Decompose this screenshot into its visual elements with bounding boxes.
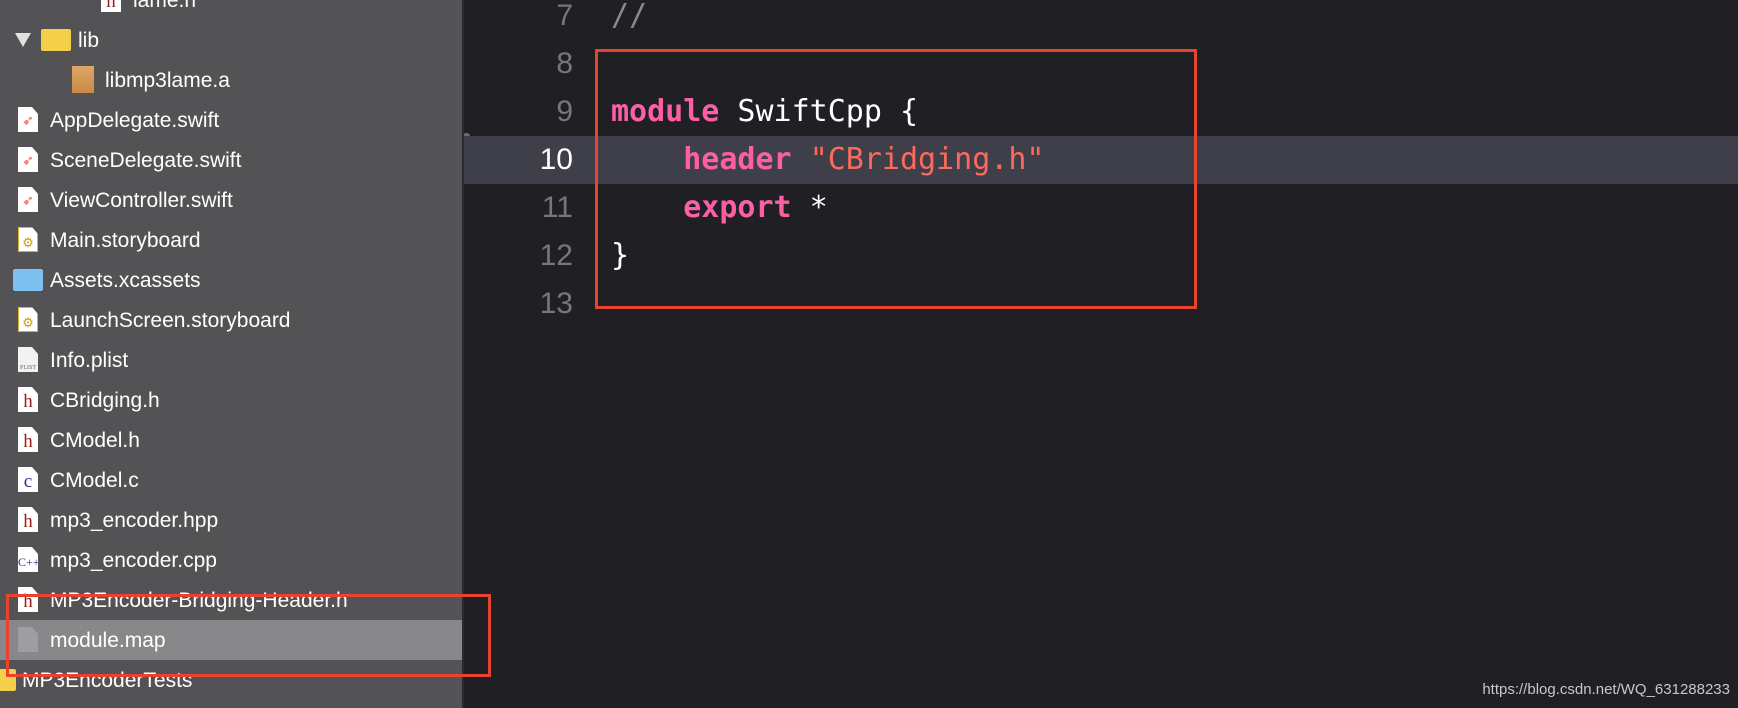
navigator-item[interactable]: C++ mp3_encoder.cpp [0, 540, 462, 580]
storyboard-icon: ⚙ [18, 227, 38, 252]
header-file-icon: h [101, 0, 121, 12]
cpp-file-icon: C++ [18, 547, 38, 572]
code-token: // [611, 0, 648, 33]
line-number: 9 [556, 95, 573, 128]
navigator-item-label: CBridging.h [50, 389, 160, 412]
navigator-item[interactable]: c CModel.c [0, 460, 462, 500]
navigator-item[interactable]: PLIST Info.plist [0, 340, 462, 380]
c-file-icon: c [18, 467, 38, 492]
navigator-item[interactable]: libmp3lame.a [0, 60, 462, 100]
watermark: https://blog.csdn.net/WQ_631288233 [1482, 681, 1730, 698]
folder-icon [41, 29, 71, 51]
archive-icon [72, 66, 94, 93]
navigator-item-label: lame.h [133, 0, 197, 12]
code-line[interactable]: 7 // [464, 0, 1738, 40]
navigator-item[interactable]: ➶ SceneDelegate.swift [0, 140, 462, 180]
annotation-box-code [595, 49, 1197, 309]
header-file-icon: h [18, 387, 38, 412]
navigator-item[interactable]: ➶ AppDelegate.swift [0, 100, 462, 140]
navigator-item-label: ViewController.swift [50, 189, 233, 212]
navigator-item-label: libmp3lame.a [105, 69, 230, 92]
navigator-item[interactable]: ➶ ViewController.swift [0, 180, 462, 220]
navigator-item-label: lib [78, 29, 100, 52]
navigator-item-label: CModel.c [50, 469, 139, 492]
navigator-item-label: Info.plist [50, 349, 129, 372]
assets-folder-icon [13, 269, 43, 291]
line-number: 11 [541, 191, 573, 224]
navigator-item[interactable]: h lame.h [0, 0, 462, 20]
swift-file-icon: ➶ [18, 147, 38, 172]
navigator-item[interactable]: h mp3_encoder.hpp [0, 500, 462, 540]
navigator-item[interactable]: Assets.xcassets [0, 260, 462, 300]
line-number: 7 [556, 0, 573, 32]
navigator-item[interactable]: h CBridging.h [0, 380, 462, 420]
header-file-icon: h [18, 427, 38, 452]
annotation-box-navigator [6, 594, 491, 677]
plist-icon: PLIST [18, 347, 38, 372]
navigator-item[interactable]: ⚙ LaunchScreen.storyboard [0, 300, 462, 340]
header-file-icon: h [18, 507, 38, 532]
line-number: 10 [539, 143, 573, 176]
navigator-item[interactable]: h CModel.h [0, 420, 462, 460]
line-number: 13 [539, 287, 573, 320]
navigator-item-label: mp3_encoder.cpp [50, 549, 217, 572]
navigator-item[interactable]: ⚙ Main.storyboard [0, 220, 462, 260]
navigator-item[interactable]: lib [0, 20, 462, 60]
navigator-item-label: SceneDelegate.swift [50, 149, 242, 172]
navigator-item-label: Main.storyboard [50, 229, 201, 252]
disclosure-triangle-icon[interactable] [15, 33, 31, 47]
code-text: // [611, 0, 647, 33]
navigator-item-label: LaunchScreen.storyboard [50, 309, 291, 332]
navigator-item-label: CModel.h [50, 429, 140, 452]
navigator-item-label: mp3_encoder.hpp [50, 509, 219, 532]
navigator-item-label: Assets.xcassets [50, 269, 201, 292]
line-number: 12 [539, 239, 573, 272]
storyboard-icon: ⚙ [18, 307, 38, 332]
navigator-item-label: AppDelegate.swift [50, 109, 220, 132]
swift-file-icon: ➶ [18, 187, 38, 212]
line-number: 8 [556, 47, 573, 80]
swift-file-icon: ➶ [18, 107, 38, 132]
